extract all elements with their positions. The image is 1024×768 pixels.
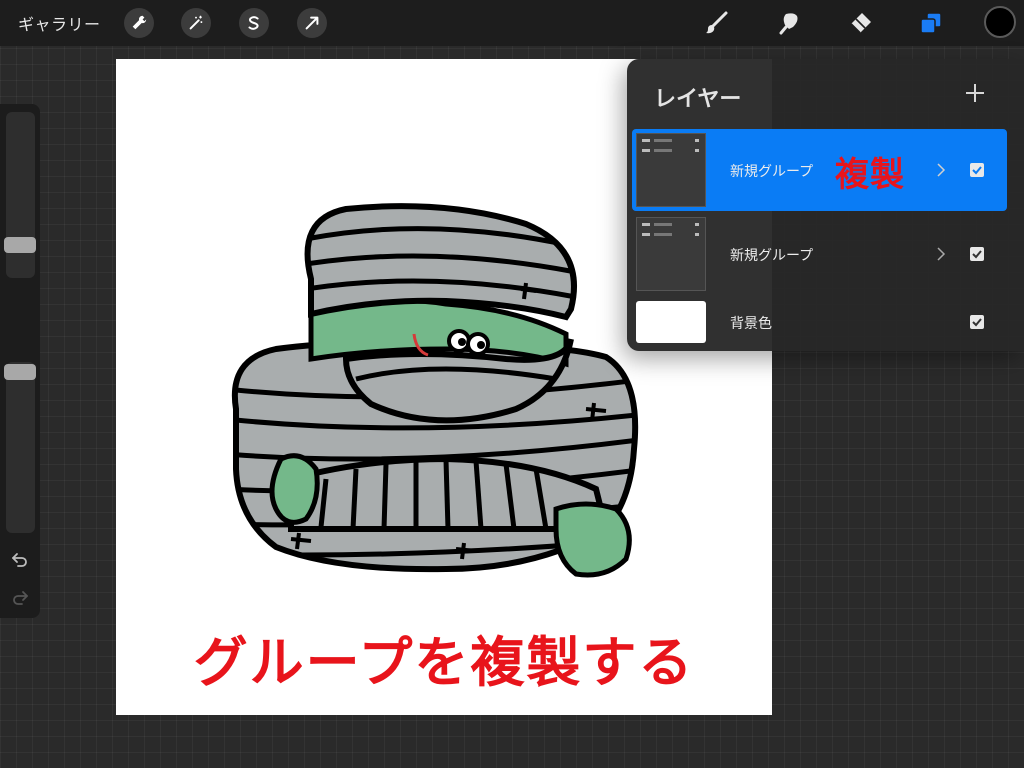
layer-row-background-color[interactable]: 背景色 bbox=[632, 297, 1007, 345]
smudge-icon[interactable] bbox=[775, 8, 805, 38]
chevron-right-icon[interactable] bbox=[935, 247, 947, 261]
brush-icon[interactable] bbox=[702, 8, 732, 38]
transform-arrow-icon[interactable] bbox=[297, 8, 327, 38]
layers-panel: レイヤー 新規グループ 新規グループ 背景色 bbox=[627, 59, 1024, 351]
visibility-checkbox[interactable] bbox=[970, 163, 984, 177]
layer-name: 背景色 bbox=[730, 316, 772, 332]
opacity-slider-thumb[interactable] bbox=[4, 364, 36, 380]
top-toolbar: ギャラリー bbox=[0, 0, 1024, 46]
layers-icon[interactable] bbox=[916, 8, 946, 38]
color-picker-swatch[interactable] bbox=[984, 6, 1016, 38]
duplicate-annotation: 複製 bbox=[835, 155, 905, 195]
chevron-right-icon[interactable] bbox=[935, 163, 947, 177]
gallery-button[interactable]: ギャラリー bbox=[18, 11, 101, 35]
layer-row-group-1[interactable]: 新規グループ bbox=[632, 129, 1007, 211]
left-sidebar bbox=[0, 104, 40, 618]
layer-thumbnail bbox=[636, 301, 706, 343]
wrench-icon[interactable] bbox=[124, 8, 154, 38]
layer-name: 新規グループ bbox=[730, 248, 814, 264]
brush-size-slider[interactable] bbox=[6, 112, 35, 278]
layers-panel-title: レイヤー bbox=[654, 87, 742, 112]
redo-icon[interactable] bbox=[10, 588, 30, 608]
add-layer-icon[interactable] bbox=[963, 81, 987, 105]
brush-size-slider-thumb[interactable] bbox=[4, 237, 36, 253]
opacity-slider[interactable] bbox=[6, 362, 35, 533]
undo-icon[interactable] bbox=[10, 550, 30, 570]
eraser-icon[interactable] bbox=[845, 8, 875, 38]
layer-thumbnail bbox=[636, 133, 706, 207]
caption-text: グループを複製する bbox=[193, 631, 695, 694]
magic-wand-icon[interactable] bbox=[181, 8, 211, 38]
layer-row-group-2[interactable]: 新規グループ bbox=[632, 213, 1007, 295]
visibility-checkbox[interactable] bbox=[970, 315, 984, 329]
layer-thumbnail bbox=[636, 217, 706, 291]
visibility-checkbox[interactable] bbox=[970, 247, 984, 261]
selection-s-icon[interactable] bbox=[239, 8, 269, 38]
layer-name: 新規グループ bbox=[730, 164, 814, 180]
